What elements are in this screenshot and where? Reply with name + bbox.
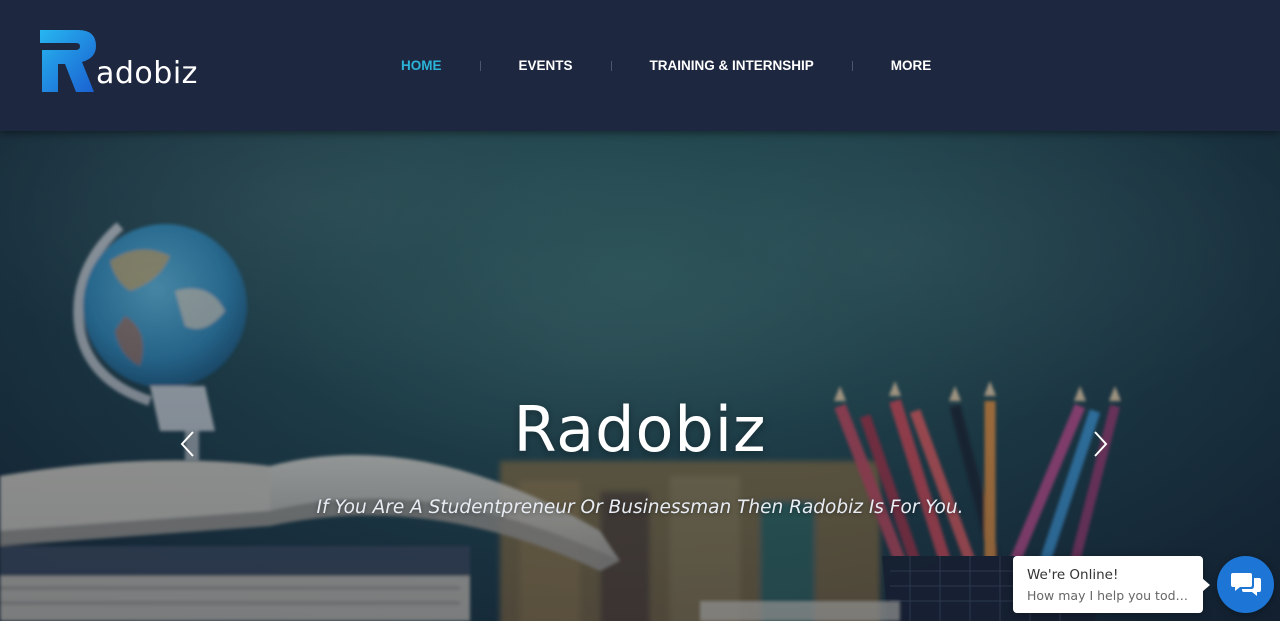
hero-overlay xyxy=(0,131,1280,621)
chat-message: How may I help you today? xyxy=(1027,588,1195,603)
nav-item-training-internship[interactable]: TRAINING & INTERNSHIP xyxy=(631,58,833,73)
logo-mark-icon xyxy=(40,30,96,92)
chevron-left-icon xyxy=(180,431,194,457)
nav-divider xyxy=(610,60,612,71)
logo-text: adobiz xyxy=(96,56,198,91)
main-nav: HOME EVENTS TRAINING & INTERNSHIP MORE xyxy=(382,0,950,131)
slider-next-button[interactable] xyxy=(1086,429,1112,459)
hero-slider: Radobiz If You Are A Studentpreneur Or B… xyxy=(0,131,1280,621)
site-header: adobiz HOME EVENTS TRAINING & INTERNSHIP… xyxy=(0,0,1280,131)
nav-item-more[interactable]: MORE xyxy=(872,58,951,73)
site-logo[interactable]: adobiz xyxy=(38,26,208,98)
slider-prev-button[interactable] xyxy=(176,429,202,459)
chevron-right-icon xyxy=(1094,431,1108,457)
chat-launcher-button[interactable] xyxy=(1217,556,1274,613)
chat-icon xyxy=(1231,573,1261,596)
nav-item-home[interactable]: HOME xyxy=(382,58,461,73)
nav-divider xyxy=(479,60,481,71)
nav-item-events[interactable]: EVENTS xyxy=(500,58,592,73)
chat-title: We're Online! xyxy=(1027,567,1119,583)
chat-greeting-bubble[interactable]: We're Online! How may I help you today? xyxy=(1013,556,1210,613)
nav-divider xyxy=(851,60,853,71)
hero-subtitle: If You Are A Studentpreneur Or Businessm… xyxy=(316,497,964,518)
